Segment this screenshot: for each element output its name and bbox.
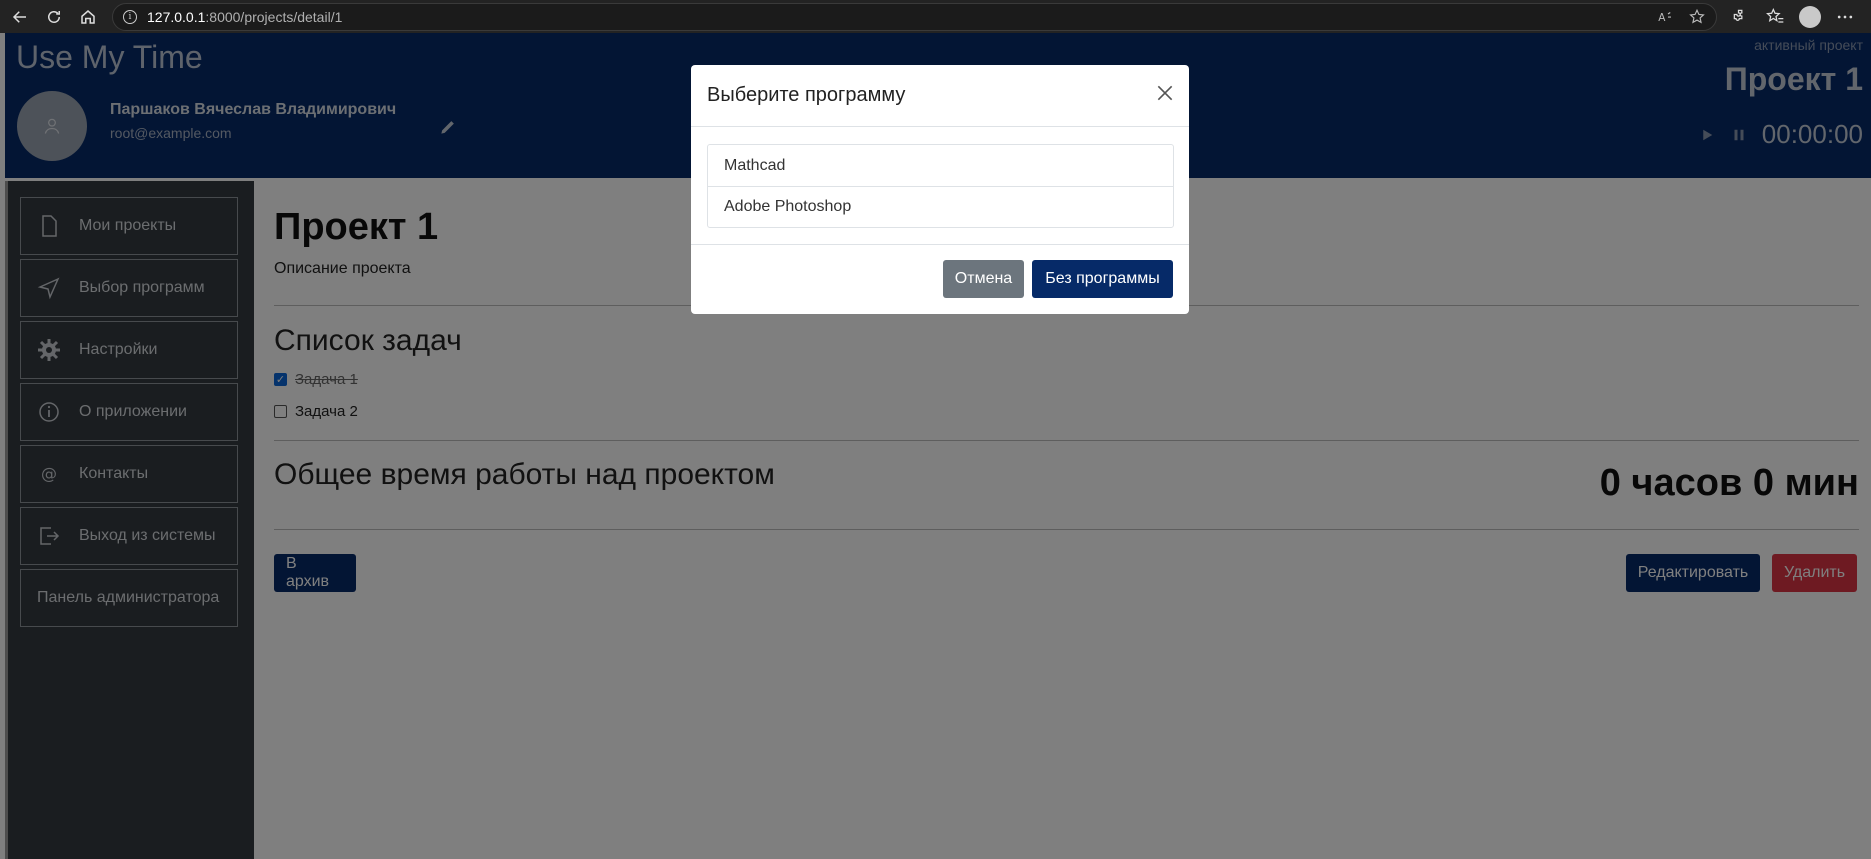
home-button[interactable] — [74, 3, 102, 31]
info-icon[interactable]: i — [123, 9, 137, 24]
extensions-icon[interactable] — [1731, 7, 1751, 27]
svg-text:A: A — [1658, 11, 1666, 23]
url-host: 127.0.0.1 — [147, 8, 206, 25]
read-aloud-icon[interactable]: A — [1656, 8, 1674, 26]
modal-title: Выберите программу — [707, 84, 906, 106]
modal-header-divider — [691, 126, 1189, 127]
url-path: :8000/projects/detail/1 — [205, 8, 343, 25]
browser-toolbar: i 127.0.0.1:8000/projects/detail/1 A — [0, 0, 1871, 33]
favorite-star-icon[interactable] — [1688, 8, 1706, 26]
no-program-button[interactable]: Без программы — [1032, 260, 1173, 298]
close-icon[interactable] — [1155, 83, 1175, 103]
program-item-photoshop[interactable]: Adobe Photoshop — [708, 186, 1173, 227]
select-program-modal: Выберите программу Mathcad Adobe Photosh… — [691, 65, 1189, 314]
reload-button[interactable] — [40, 3, 68, 31]
home-icon — [81, 9, 95, 24]
back-arrow-icon — [12, 10, 26, 23]
address-bar[interactable]: i 127.0.0.1:8000/projects/detail/1 A — [112, 2, 1717, 31]
program-item-mathcad[interactable]: Mathcad — [708, 145, 1173, 186]
profile-avatar[interactable] — [1799, 5, 1821, 28]
program-list: Mathcad Adobe Photoshop — [707, 144, 1174, 228]
modal-footer-divider — [691, 244, 1189, 245]
reload-icon — [48, 10, 60, 23]
cancel-button[interactable]: Отмена — [943, 260, 1024, 298]
favorites-icon[interactable] — [1765, 7, 1785, 27]
back-button[interactable] — [6, 3, 34, 31]
more-menu-icon[interactable] — [1835, 7, 1855, 27]
